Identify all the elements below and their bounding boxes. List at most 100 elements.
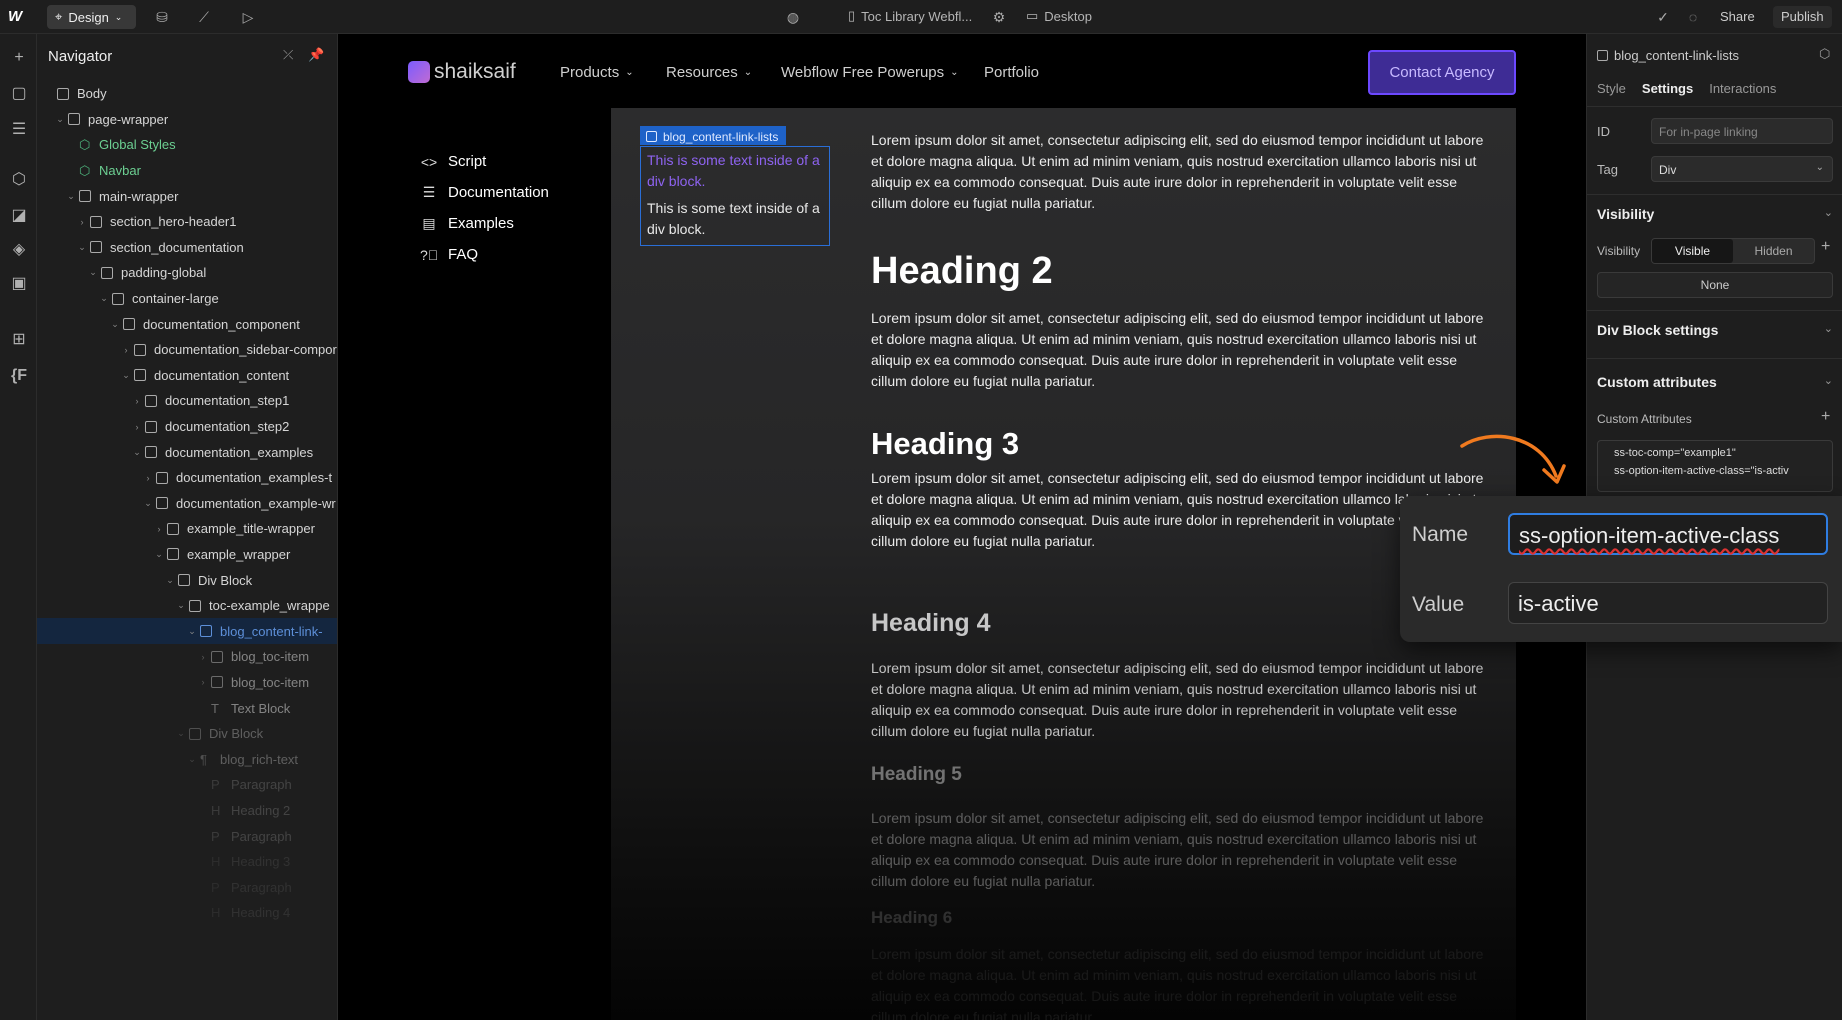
apps-icon[interactable]: ⊞ [9,330,29,350]
page-selector[interactable]: ▯ Toc Library Webfl... [848,8,972,24]
collapse-icon[interactable]: ⤫ [283,47,293,63]
attribute-row[interactable]: ss-option-item-active-class="is-activ [1598,459,1832,477]
id-input[interactable]: For in-page linking [1651,118,1833,144]
toc-item[interactable]: This is some text inside of a div block. [647,198,823,240]
navigator-node[interactable]: › blog_toc-item [37,670,337,696]
chevron-down-icon[interactable]: ⌄ [87,267,99,278]
nav-link-powerups[interactable]: Webflow Free Powerups ⌄ [781,64,959,81]
selected-element-label[interactable]: blog_content-link-lists [640,126,787,145]
toc-item-active[interactable]: This is some text inside of a div block. [647,150,823,192]
chevron-down-icon[interactable]: ⌄ [76,242,88,253]
navigator-node[interactable]: H Heading 4 [37,900,337,926]
cms-icon[interactable]: ⛁ [153,8,171,26]
tab-settings[interactable]: Settings [1642,81,1693,96]
visible-option[interactable]: Visible [1652,239,1733,263]
nav-link-resources[interactable]: Resources ⌄ [666,64,752,81]
navigator-node[interactable]: Body [37,81,337,107]
chevron-right-icon[interactable]: › [197,652,209,662]
chevron-right-icon[interactable]: › [120,345,132,355]
sidebar-item-script[interactable]: <> Script [420,146,549,177]
chevron-down-icon[interactable]: ⌄ [98,293,110,304]
navigator-node[interactable]: › documentation_examples-t [37,465,337,491]
navigator-node[interactable]: ⌄ documentation_example-wr [37,491,337,517]
sidebar-item-faq[interactable]: ?⃞ FAQ [420,239,549,270]
navigator-node[interactable]: › documentation_sidebar-compor [37,337,337,363]
navigator-node[interactable]: H Heading 3 [37,849,337,875]
nav-link-portfolio[interactable]: Portfolio [984,64,1039,81]
navigator-node[interactable]: ⌄ main-wrapper [37,183,337,209]
div-settings-section-header[interactable]: Div Block settings ⌄ [1597,322,1833,338]
attribute-value-input[interactable]: is-active [1508,582,1828,624]
webflow-logo-icon[interactable]: W [8,8,30,26]
pages-icon[interactable]: ▢ [9,84,29,104]
assets-icon[interactable]: ▣ [9,274,29,294]
hidden-option[interactable]: Hidden [1733,239,1814,263]
navigator-node[interactable]: ⌄ Div Block [37,567,337,593]
navigator-node[interactable]: › section_hero-header1 [37,209,337,235]
chevron-down-icon[interactable]: ⌄ [164,575,176,586]
add-icon[interactable]: + [1821,238,1830,256]
toc-link-list[interactable]: This is some text inside of a div block.… [640,146,830,246]
chevron-right-icon[interactable]: › [153,524,165,534]
navigator-node[interactable]: ⌄ page-wrapper [37,107,337,133]
chevron-down-icon[interactable]: ⌄ [175,728,187,739]
navigator-node[interactable]: ⬡ Global Styles [37,132,337,158]
globe-icon[interactable]: ◍ [784,8,802,26]
components-icon[interactable]: ⬡ [9,170,29,190]
sidebar-item-examples[interactable]: ▤ Examples [420,208,549,239]
chevron-right-icon[interactable]: › [131,396,143,406]
chevron-down-icon[interactable]: ⌄ [175,600,187,611]
navigator-node[interactable]: ⌄ documentation_component [37,311,337,337]
share-button[interactable]: Share [1712,6,1763,28]
tag-select[interactable]: Div ⌄ [1651,156,1833,182]
navigator-node[interactable]: ⌄ container-large [37,286,337,312]
checkmark-icon[interactable]: ✓ [1654,8,1672,26]
analytics-icon[interactable]: ⟋ [195,8,213,26]
chevron-down-icon[interactable]: ⌄ [109,319,121,330]
navigator-node[interactable]: ⬡ Navbar [37,158,337,184]
chevron-down-icon[interactable]: ⌄ [65,191,77,202]
component-icon[interactable]: ⬡ [1819,46,1830,62]
attribute-name-input[interactable]: ss-option-item-active-class [1508,513,1828,555]
custom-attributes-section-header[interactable]: Custom attributes ⌄ [1597,374,1833,390]
navigator-node[interactable]: ⌄ example_wrapper [37,542,337,568]
comment-icon[interactable]: ◌ [1684,8,1702,26]
chevron-down-icon[interactable]: ⌄ [131,447,143,458]
sidebar-item-documentation[interactable]: ☰ Documentation [420,177,549,208]
preview-icon[interactable]: ▷ [239,8,257,26]
navigator-node[interactable]: › blog_toc-item [37,644,337,670]
tab-style[interactable]: Style [1597,81,1626,96]
breakpoint-selector[interactable]: ▭ Desktop [1026,8,1092,24]
navigator-node[interactable]: ⌄ documentation_content [37,363,337,389]
chevron-down-icon[interactable]: ⌄ [120,370,132,381]
navigator-node[interactable]: ⌄ section_documentation [37,235,337,261]
navigator-node[interactable]: T Text Block [37,695,337,721]
chevron-down-icon[interactable]: ⌄ [153,549,165,560]
attribute-row[interactable]: ss-toc-comp="example1" [1598,441,1832,459]
nav-link-products[interactable]: Products ⌄ [560,64,634,81]
chevron-down-icon[interactable]: ⌄ [142,498,154,509]
chevron-right-icon[interactable]: › [76,217,88,227]
navigator-node[interactable]: ⌄ padding-global [37,260,337,286]
contact-agency-button[interactable]: Contact Agency [1368,50,1516,95]
tab-interactions[interactable]: Interactions [1709,81,1776,96]
condition-none-button[interactable]: None [1597,272,1833,298]
navigator-node[interactable]: › documentation_step2 [37,414,337,440]
variables-icon[interactable]: ◈ [9,240,29,260]
visibility-section-header[interactable]: Visibility ⌄ [1597,206,1833,222]
site-logo[interactable]: shaiksaif [408,60,516,84]
chevron-right-icon[interactable]: › [131,422,143,432]
chevron-right-icon[interactable]: › [142,473,154,483]
chevron-down-icon[interactable]: ⌄ [54,114,66,125]
page-settings-icon[interactable]: ⚙ [990,8,1008,26]
navigator-node[interactable]: H Heading 2 [37,798,337,824]
chevron-down-icon[interactable]: ⌄ [186,626,198,637]
navigator-node[interactable]: ⌄ Div Block [37,721,337,747]
navigator-node[interactable]: ⌄ documentation_examples [37,439,337,465]
navigator-node[interactable]: › example_title-wrapper [37,516,337,542]
design-canvas[interactable]: shaiksaif Products ⌄ Resources ⌄ Webflow F… [338,34,1586,1020]
design-mode-button[interactable]: ⌖ Design ⌄ [47,5,136,29]
add-icon[interactable]: + [9,48,29,68]
code-icon[interactable]: {F [9,366,29,386]
navigator-node[interactable]: P Paragraph [37,772,337,798]
